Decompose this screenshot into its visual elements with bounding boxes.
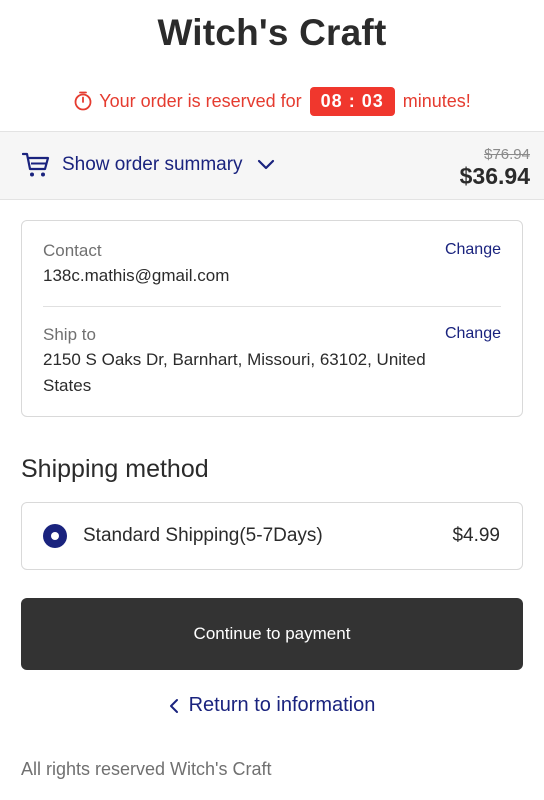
ship-to-row: Ship to 2150 S Oaks Dr, Barnhart, Missou… [43,325,501,399]
contact-row: Contact 138c.mathis@gmail.com Change [43,241,501,289]
show-order-summary-toggle[interactable]: Show order summary [22,152,275,178]
checkout-info-card: Contact 138c.mathis@gmail.com Change Shi… [21,220,523,417]
shipping-option-standard[interactable]: Standard Shipping(5-7Days) $4.99 [21,502,523,570]
reservation-banner: Your order is reserved for 08 : 03 minut… [0,84,544,118]
original-price: $76.94 [484,146,530,163]
order-summary-label: Show order summary [62,154,243,175]
contact-label: Contact [43,241,102,260]
ship-to-address: 2150 S Oaks Dr, Barnhart, Missouri, 6310… [43,350,426,395]
shipping-option-price: $4.99 [452,525,500,546]
shipping-radio-selected[interactable] [43,524,67,548]
cart-icon [22,152,50,177]
divider [43,306,501,307]
return-label: Return to information [188,694,376,716]
footer-copyright: All rights reserved Witch's Craft [21,759,272,779]
order-summary-bar: Show order summary $76.94 $36.94 [0,131,544,200]
total-price: $36.94 [459,163,530,189]
return-to-information-link[interactable]: Return to information [0,694,544,717]
chevron-down-icon [257,159,274,170]
change-contact-link[interactable]: Change [445,241,501,259]
shipping-option-name: Standard Shipping(5-7Days) [83,525,323,546]
continue-to-payment-button[interactable]: Continue to payment [21,598,523,670]
timer-icon [74,91,92,111]
countdown-timer: 08 : 03 [309,86,395,116]
contact-email: 138c.mathis@gmail.com [43,266,230,285]
ship-to-label: Ship to [43,325,96,344]
chevron-left-icon [169,698,178,713]
store-title: Witch's Craft [157,12,387,53]
reservation-prefix: Your order is reserved for [99,90,302,111]
shipping-method-heading: Shipping method [21,455,209,483]
change-address-link[interactable]: Change [445,325,501,343]
reservation-suffix: minutes! [402,90,471,111]
